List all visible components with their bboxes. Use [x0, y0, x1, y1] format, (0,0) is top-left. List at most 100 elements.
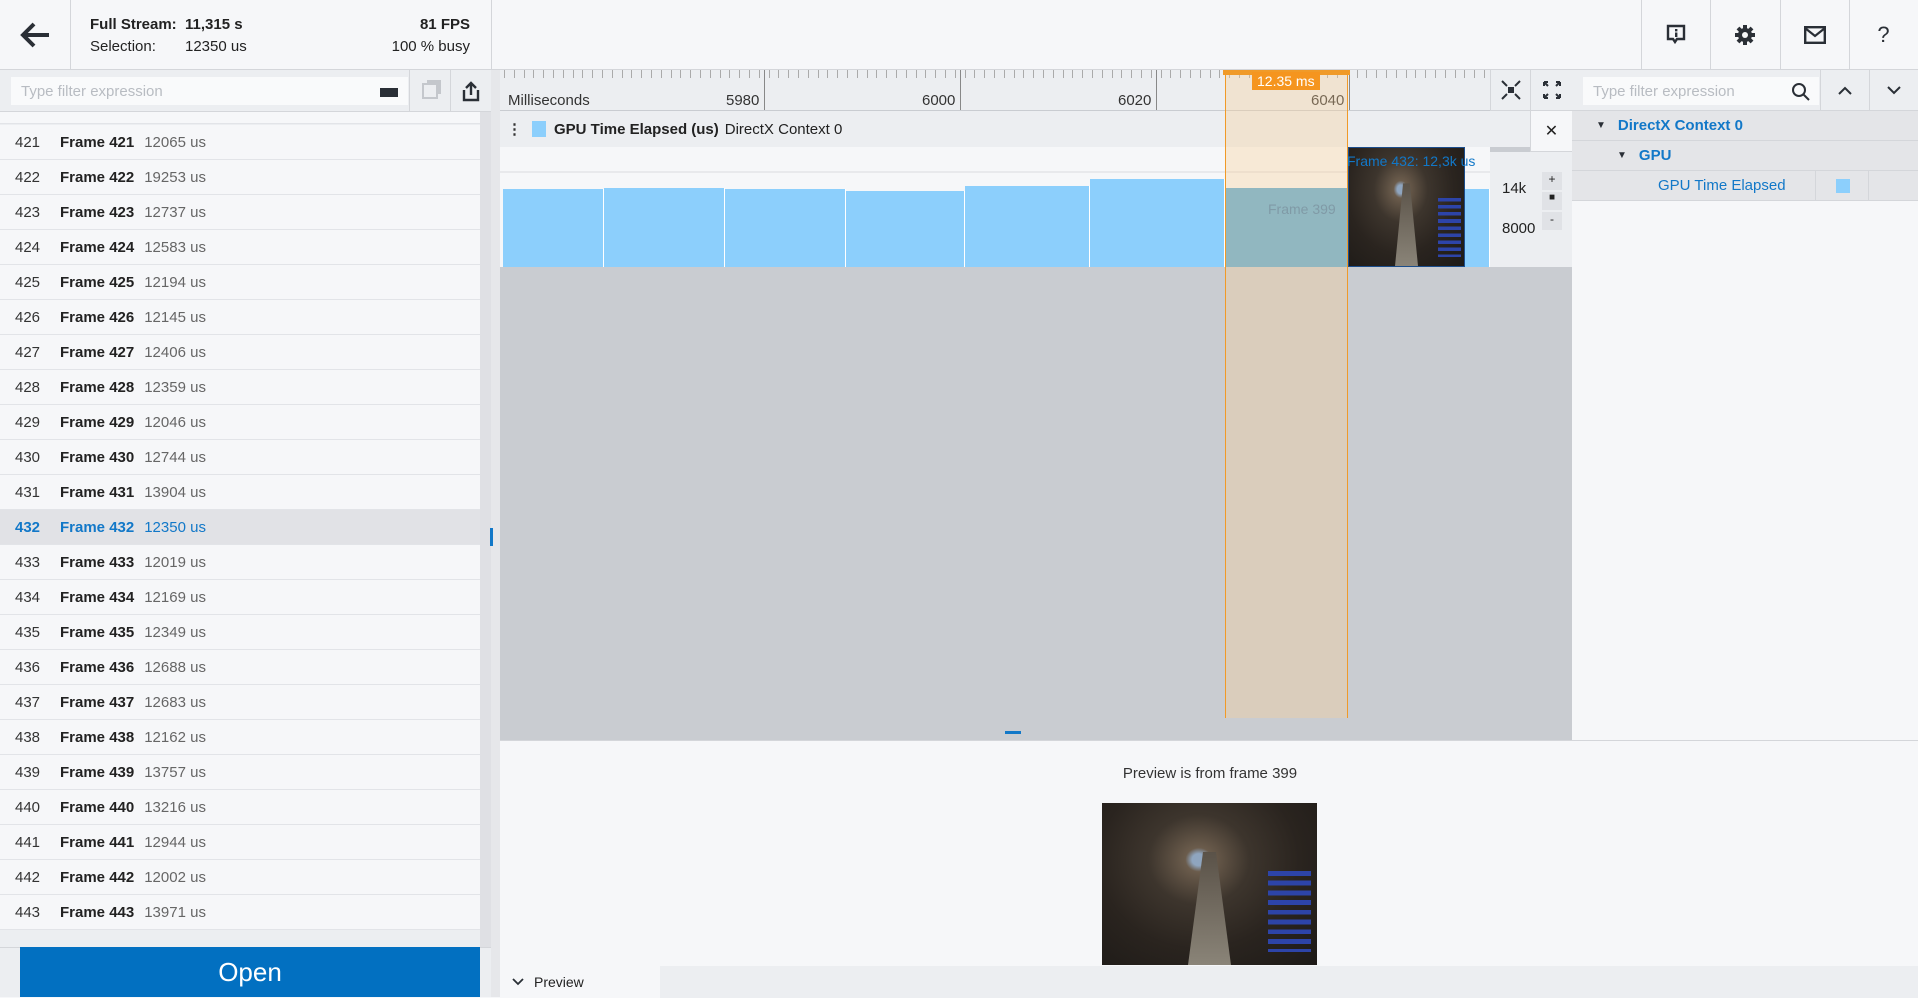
feedback-mail-button[interactable] [1780, 0, 1849, 70]
ruler-minor-tick [1131, 70, 1133, 78]
list-item[interactable]: 425 Frame 425 12194 us [0, 265, 480, 300]
collapse-button[interactable] [409, 70, 450, 111]
list-item[interactable]: 428 Frame 428 12359 us [0, 370, 480, 405]
frame-index: 437 [15, 693, 41, 711]
list-item[interactable]: 421 Frame 421 12065 us [0, 125, 480, 160]
ruler-minor-tick [1111, 70, 1113, 78]
axis-zoom-out-button[interactable]: - [1542, 212, 1562, 230]
frame-name: Frame 426 [60, 308, 135, 326]
previous-button[interactable] [1820, 70, 1869, 111]
selection-range[interactable]: 12.35 ms [1223, 70, 1350, 718]
search-icon[interactable] [1791, 82, 1811, 102]
frame-index: 423 [15, 203, 41, 221]
frame-name: Frame 434 [60, 588, 135, 606]
ruler-minor-tick [964, 70, 966, 78]
frame-index: 425 [15, 273, 41, 291]
expand-triangle-icon[interactable]: ▼ [1617, 150, 1627, 161]
filter-options-icon[interactable] [380, 85, 398, 97]
ruler-minor-tick [905, 70, 907, 78]
ruler-minor-tick [641, 70, 643, 78]
list-item[interactable]: 422 Frame 422 19253 us [0, 160, 480, 195]
ruler-minor-tick [866, 70, 868, 78]
ruler-minor-tick [984, 70, 986, 78]
chart-bar[interactable] [1090, 178, 1225, 267]
frame-index: 424 [15, 238, 41, 256]
list-item[interactable]: 441 Frame 441 12944 us [0, 825, 480, 860]
ruler-minor-tick [749, 70, 750, 78]
frame-duration: 12737 us [144, 203, 206, 221]
chart-bar[interactable] [1465, 188, 1490, 267]
list-item[interactable]: 429 Frame 429 12046 us [0, 405, 480, 440]
close-track-button[interactable]: ✕ [1530, 111, 1572, 152]
list-item[interactable]: 426 Frame 426 12145 us [0, 300, 480, 335]
settings-button[interactable] [1710, 0, 1780, 70]
list-item[interactable]: 434 Frame 434 12169 us [0, 580, 480, 615]
open-button[interactable]: Open [20, 947, 480, 997]
list-item[interactable]: 442 Frame 442 12002 us [0, 860, 480, 895]
back-button[interactable] [0, 0, 70, 70]
list-item[interactable]: 439 Frame 439 13757 us [0, 755, 480, 790]
list-item[interactable]: 438 Frame 438 12162 us [0, 720, 480, 755]
tree-item-directx-context[interactable]: ▼ DirectX Context 0 [1572, 111, 1918, 141]
list-item[interactable]: 432 Frame 432 12350 us [0, 510, 480, 545]
list-item[interactable]: 433 Frame 433 12019 us [0, 545, 480, 580]
list-item[interactable]: 424 Frame 424 12583 us [0, 230, 480, 265]
track-menu-icon[interactable]: ⋮ [507, 120, 522, 138]
preview-caption: Preview is from frame 399 [500, 765, 1918, 782]
list-item[interactable]: 427 Frame 427 12406 us [0, 335, 480, 370]
expand-button[interactable] [1530, 70, 1572, 111]
chart-bar[interactable] [604, 188, 725, 267]
counter-color-swatch[interactable] [1836, 179, 1850, 193]
tree-item-gpu-time-elapsed[interactable]: GPU Time Elapsed [1572, 171, 1918, 201]
frame-filter-input[interactable]: Type filter expression [10, 76, 409, 106]
fps-value: 81 FPS [419, 16, 470, 33]
help-button[interactable]: ? [1849, 0, 1918, 70]
list-item[interactable]: 436 Frame 436 12688 us [0, 650, 480, 685]
next-button[interactable] [1869, 70, 1918, 111]
frame-name: Frame 431 [60, 483, 135, 501]
list-item[interactable]: 423 Frame 423 12737 us [0, 195, 480, 230]
track-title: GPU Time Elapsed (us) [554, 120, 719, 138]
tree-item-gpu[interactable]: ▼ GPU [1572, 141, 1918, 171]
counter-tree-panel: Type filter expression ▼ DirectX Context… [1572, 70, 1918, 740]
list-item[interactable]: 437 Frame 437 12683 us [0, 685, 480, 720]
copy-icon [421, 82, 438, 99]
frame-name: Frame 429 [60, 413, 135, 431]
ruler-minor-tick [1209, 70, 1211, 78]
list-item[interactable]: 440 Frame 440 13216 us [0, 790, 480, 825]
frame-duration: 13757 us [144, 763, 206, 781]
list-item[interactable]: 443 Frame 443 13971 us [0, 895, 480, 930]
chart-bar[interactable] [503, 188, 604, 267]
frame-index: 436 [15, 658, 41, 676]
frame-name: Frame 425 [60, 273, 135, 291]
chart-bar[interactable] [846, 190, 965, 267]
splitter-handle[interactable] [490, 528, 493, 546]
axis-lock-icon[interactable]: ■ [1542, 192, 1562, 210]
zoom-fit-button[interactable] [1490, 70, 1530, 111]
list-item-partial[interactable] [0, 112, 480, 124]
frame-index: 421 [15, 133, 41, 151]
resize-handle[interactable] [1005, 731, 1021, 734]
expand-triangle-icon[interactable]: ▼ [1596, 120, 1606, 131]
export-button[interactable] [450, 70, 491, 111]
ruler-minor-tick [1199, 70, 1201, 78]
ruler-minor-tick [690, 70, 692, 78]
info-button[interactable] [1641, 0, 1710, 70]
ruler-minor-tick [1170, 70, 1172, 78]
frame-duration: 12406 us [144, 343, 206, 361]
preview-expander[interactable]: Preview [500, 966, 660, 998]
chart-bar[interactable] [725, 188, 846, 267]
list-item[interactable]: 435 Frame 435 12349 us [0, 615, 480, 650]
close-icon: ✕ [1544, 123, 1559, 140]
frame-duration: 12046 us [144, 413, 206, 431]
axis-zoom-in-button[interactable]: + [1542, 172, 1562, 190]
list-item[interactable]: 430 Frame 430 12744 us [0, 440, 480, 475]
list-item[interactable]: 431 Frame 431 13904 us [0, 475, 480, 510]
ruler-minor-tick [572, 70, 574, 78]
counter-filter-input[interactable]: Type filter expression [1582, 76, 1820, 106]
track-header: ⋮ GPU Time Elapsed (us) DirectX Context … [500, 111, 1530, 147]
ruler-minor-tick [1092, 70, 1093, 78]
ruler-minor-tick [1072, 70, 1074, 78]
chart-bar[interactable] [965, 186, 1090, 267]
frame-duration: 12944 us [144, 833, 206, 851]
